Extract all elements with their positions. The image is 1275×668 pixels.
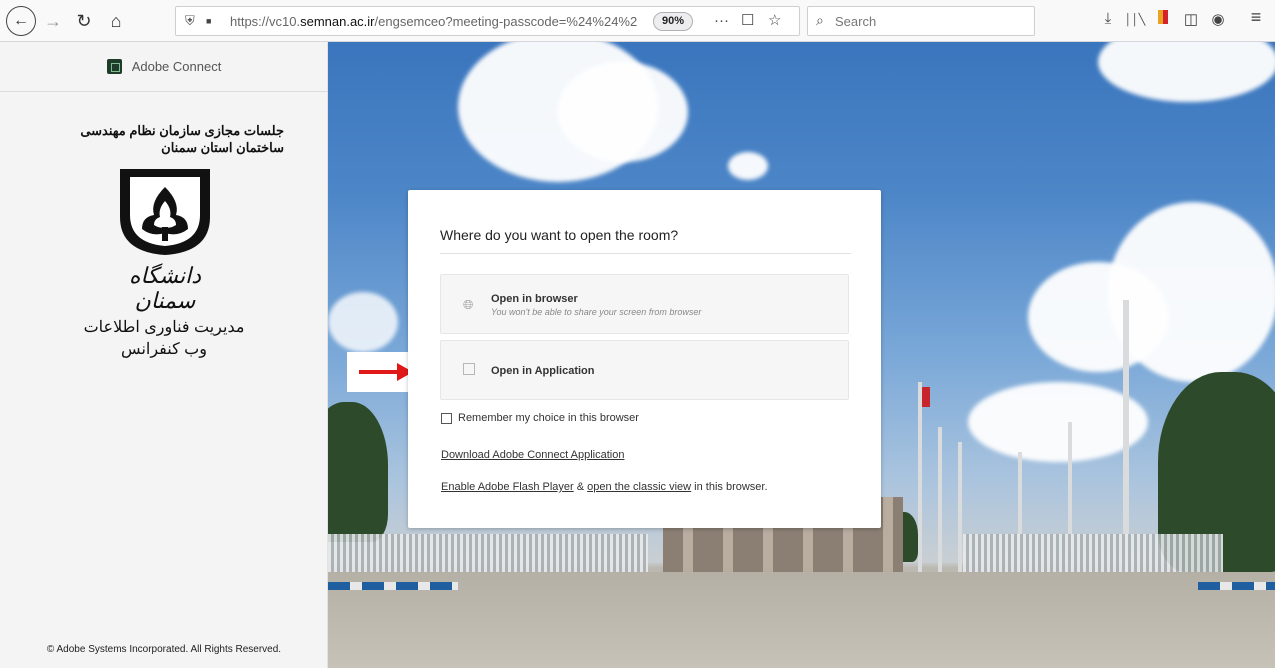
globe-icon: 🌐︎ <box>463 297 474 312</box>
page-actions-icon[interactable]: ··· <box>714 12 729 29</box>
remember-label: Remember my choice in this browser <box>458 412 639 424</box>
back-button[interactable]: ← <box>6 6 36 36</box>
open-room-dialog: Where do you want to open the room? 🌐︎ O… <box>408 190 881 528</box>
remember-checkbox[interactable] <box>441 412 452 424</box>
extension-flag-icon[interactable] <box>1152 10 1174 28</box>
divider <box>440 253 851 254</box>
address-bar[interactable]: ⛨ ■ https://vc10.semnan.ac.ir/engsemceo?… <box>175 6 800 36</box>
url-text[interactable]: https://vc10.semnan.ac.ir/engsemceo?meet… <box>230 14 650 29</box>
classic-view-link[interactable]: open the classic view <box>587 481 691 493</box>
dept-title: مدیریت فناوری اطلاعات <box>83 319 245 336</box>
app-icon <box>463 363 475 375</box>
zoom-level-badge[interactable]: 90% <box>653 12 694 31</box>
back-arrow-icon: ← <box>13 12 29 29</box>
tracking-protection-icon[interactable]: ⛨ <box>185 13 195 29</box>
open-in-browser-option[interactable]: 🌐︎ Open in browser You won't be able to … <box>440 274 849 334</box>
open-in-application-option[interactable]: Open in Application <box>440 340 849 400</box>
search-bar[interactable]: ⌕ Search <box>807 6 1035 36</box>
downloads-icon[interactable]: ⤓ <box>1097 10 1119 27</box>
library-icon[interactable]: ││╲ <box>1124 13 1146 26</box>
flash-mid-text: & <box>573 481 588 493</box>
dept-subtitle: وب کنفرانس <box>121 341 207 358</box>
option-label: Open in browser <box>491 293 578 305</box>
dialog-title: Where do you want to open the room? <box>440 227 679 243</box>
option-sublabel: You won't be able to share your screen f… <box>491 307 702 317</box>
home-button[interactable]: ⌂ <box>102 7 130 35</box>
browser-toolbar: ← → ↻ ⌂ ⛨ ■ https://vc10.semnan.ac.ir/en… <box>0 0 1275 42</box>
org-title: جلسات مجازی سازمان نظام مهندسی ساختمان ا… <box>80 123 284 155</box>
left-panel: Adobe Connect جلسات مجازی سازمان نظام مه… <box>0 42 328 668</box>
bookmark-star-icon[interactable]: ☆ <box>768 11 781 29</box>
search-placeholder: Search <box>835 14 877 29</box>
copyright: © Adobe Systems Incorporated. All Rights… <box>46 644 282 655</box>
university-calligraphy: دانشگاه سمنان <box>128 264 202 314</box>
option-label: Open in Application <box>491 365 595 377</box>
enable-flash-link[interactable]: Enable Adobe Flash Player <box>441 481 574 493</box>
lock-icon[interactable]: ■ <box>206 16 211 26</box>
forward-arrow-icon: → <box>44 10 62 31</box>
pocket-icon[interactable]: ☐ <box>741 11 754 29</box>
home-icon: ⌂ <box>110 10 122 31</box>
flash-line: Enable Adobe Flash Player & open the cla… <box>441 481 768 493</box>
flash-tail-text: in this browser. <box>691 481 768 493</box>
reload-icon: ↻ <box>76 10 92 31</box>
brand-name: Adobe Connect <box>131 59 222 74</box>
forward-button[interactable]: → <box>39 7 67 35</box>
download-app-link[interactable]: Download Adobe Connect Application <box>441 449 624 461</box>
search-icon: ⌕ <box>816 12 824 28</box>
account-icon[interactable]: ◉ <box>1207 10 1229 28</box>
adobe-connect-logo-icon <box>106 59 122 74</box>
menu-icon[interactable]: ≡ <box>1245 7 1267 28</box>
reload-button[interactable]: ↻ <box>70 7 98 35</box>
sidebar-icon[interactable]: ◫ <box>1180 10 1202 28</box>
remember-choice[interactable]: Remember my choice in this browser <box>441 412 639 424</box>
brand-header: Adobe Connect <box>0 42 328 92</box>
university-emblem-icon <box>120 169 210 255</box>
